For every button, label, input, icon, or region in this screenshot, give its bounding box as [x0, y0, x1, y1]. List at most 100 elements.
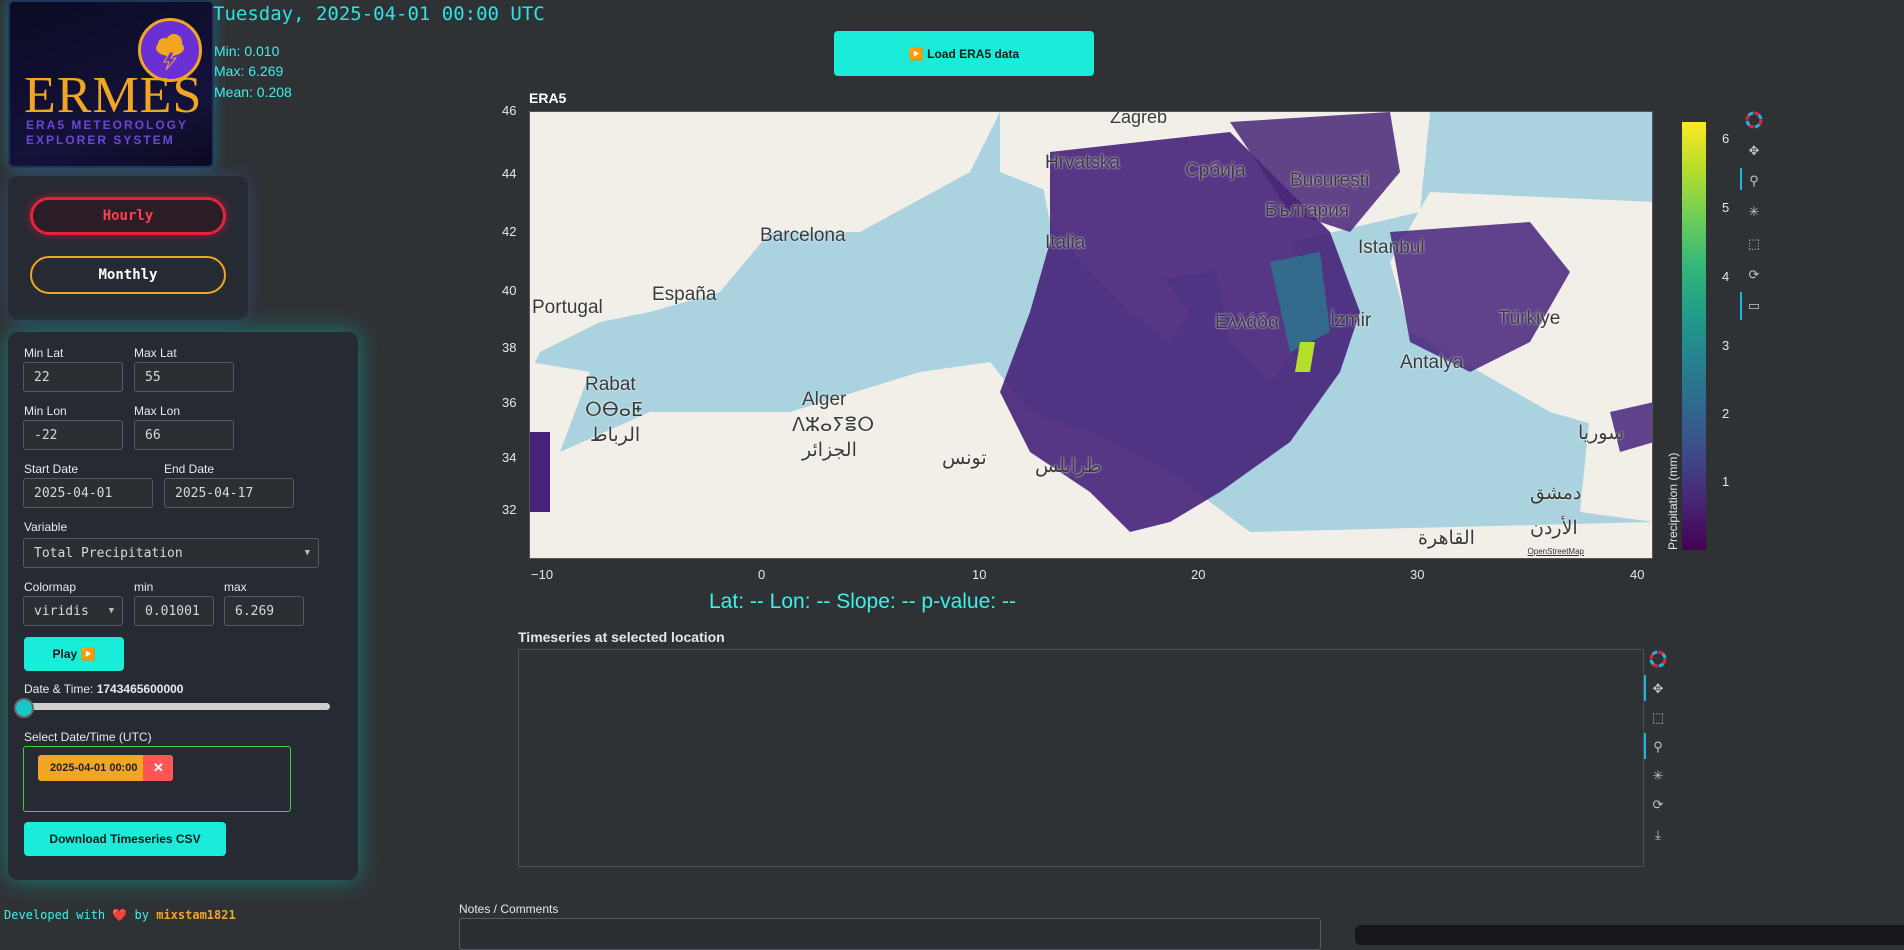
end-date-value: 2025-04-17	[175, 485, 254, 501]
min-lon-value: -22	[34, 427, 58, 443]
control-panel: Min Lat 22 Max Lat 55 Min Lon -22 Max Lo…	[8, 332, 358, 880]
place-rabat-tifinagh: ⵔⴱⴰⵟ	[585, 400, 643, 421]
wheel-zoom-icon[interactable]: ⚲	[1745, 172, 1763, 190]
timeseries-plot[interactable]	[518, 649, 1644, 867]
colorbar-tick: 4	[1722, 269, 1730, 284]
lon-tick: 10	[972, 567, 987, 582]
box-zoom-icon[interactable]: ⬚	[1649, 709, 1667, 727]
place-antalya: Antalya	[1400, 352, 1464, 373]
end-date-label: End Date	[164, 462, 215, 476]
colorbar-label: Precipitation (mm)	[1666, 452, 1680, 550]
stat-min: Min: 0.010	[214, 43, 280, 59]
place-rabat: Rabat	[585, 374, 636, 395]
close-icon[interactable]: ✕	[143, 755, 174, 781]
mode-panel: Hourly Monthly	[8, 176, 248, 320]
play-button[interactable]: Play ▶️	[24, 637, 124, 671]
cmax-input[interactable]: 6.269	[224, 596, 304, 626]
logo-tagline: ERA5 METEOROLOGY EXPLORER SYSTEM	[26, 118, 188, 148]
variable-value: Total Precipitation	[34, 545, 183, 561]
colormap-select[interactable]: viridis ▼	[23, 596, 123, 626]
active-tool-indicator	[1644, 733, 1646, 759]
logo-tagline-line1: ERA5 METEOROLOGY	[26, 118, 189, 132]
max-lat-value: 55	[145, 369, 161, 385]
cmin-label: min	[134, 580, 154, 594]
slider-value: 1743465600000	[96, 682, 184, 696]
select-datetime-label: Select Date/Time (UTC)	[24, 730, 152, 744]
max-lon-value: 66	[145, 427, 161, 443]
logo-tagline-line2: EXPLORER SYSTEM	[26, 133, 175, 147]
place-rabat-arabic: الرباط	[590, 425, 641, 446]
cmin-input[interactable]: 0.01001	[134, 596, 214, 626]
bokeh-logo-icon[interactable]	[1745, 111, 1763, 129]
active-tool-indicator	[1644, 675, 1646, 701]
map-title: ERA5	[529, 90, 567, 106]
lon-tick: 30	[1410, 567, 1425, 582]
max-lat-label: Max Lat	[134, 346, 177, 360]
min-lon-label: Min Lon	[24, 404, 67, 418]
place-jordan: الأردن	[1530, 518, 1578, 539]
logo-brand: ERMES	[24, 67, 203, 124]
cursor-readout: Lat: -- Lon: -- Slope: -- p-value: --	[709, 590, 1016, 613]
max-lon-input[interactable]: 66	[134, 420, 234, 450]
colormap-label: Colormap	[24, 580, 77, 594]
min-lon-input[interactable]: -22	[23, 420, 123, 450]
reset-icon[interactable]: ⟳	[1649, 796, 1667, 814]
lat-tick: 44	[502, 166, 517, 181]
max-lat-input[interactable]: 55	[134, 362, 234, 392]
place-bucuresti: București	[1290, 170, 1370, 191]
min-lat-value: 22	[34, 369, 50, 385]
precipitation-map[interactable]: Zagreb Hrvatska Србија București Българи…	[529, 111, 1653, 559]
bottom-right-panel	[1355, 925, 1904, 945]
lon-tick: 20	[1191, 567, 1206, 582]
download-csv-button[interactable]: Download Timeseries CSV	[24, 822, 226, 856]
min-lat-input[interactable]: 22	[23, 362, 123, 392]
lon-tick: −10	[531, 567, 554, 582]
stat-max: Max: 6.269	[214, 63, 284, 79]
monthly-button[interactable]: Monthly	[30, 256, 226, 294]
box-zoom-icon[interactable]: ⬚	[1745, 235, 1763, 253]
chevron-down-icon: ▼	[108, 606, 114, 616]
crosshair-icon[interactable]: ✳	[1745, 203, 1763, 221]
start-date-label: Start Date	[24, 462, 79, 476]
wheel-zoom-icon[interactable]: ⚲	[1649, 738, 1667, 756]
slider-handle[interactable]	[14, 698, 34, 718]
footer-author-link[interactable]: mixstam1821	[156, 908, 235, 922]
place-syria: سوريا	[1578, 423, 1624, 444]
bokeh-logo-icon[interactable]	[1649, 650, 1667, 668]
place-srbija: Србија	[1185, 160, 1246, 181]
slider-label: Date & Time: 1743465600000	[24, 682, 183, 696]
pan-icon[interactable]: ✥	[1649, 680, 1667, 698]
lat-tick: 34	[502, 450, 517, 465]
lat-tick: 38	[502, 340, 517, 355]
place-tripoli: طرابلس	[1035, 456, 1102, 477]
osm-attribution-link[interactable]: OpenStreetMap	[1528, 547, 1584, 556]
end-date-input[interactable]: 2025-04-17	[164, 478, 294, 508]
reset-icon[interactable]: ⟳	[1745, 266, 1763, 284]
place-ellada: Ελλάδα	[1215, 312, 1279, 333]
save-icon[interactable]: ⤓	[1649, 826, 1667, 844]
datetime-multiselect[interactable]: 2025-04-01 00:00 ✕	[23, 746, 291, 812]
variable-select[interactable]: Total Precipitation ▼	[23, 538, 319, 568]
pan-icon[interactable]: ✥	[1745, 142, 1763, 160]
place-alger-tifinagh: ⴷⵣⴰⵢⴻⵔ	[792, 415, 875, 436]
min-lat-label: Min Lat	[24, 346, 64, 360]
lon-tick: 0	[758, 567, 766, 582]
colormap-value: viridis	[34, 603, 89, 619]
crosshair-icon[interactable]: ✳	[1649, 767, 1667, 785]
place-alger-arabic: الجزائر	[802, 440, 857, 461]
notes-label: Notes / Comments	[459, 902, 559, 916]
load-era5-button[interactable]: ▶️ Load ERA5 data	[834, 31, 1094, 76]
datetime-slider[interactable]	[22, 703, 330, 710]
timeseries-title: Timeseries at selected location	[518, 629, 725, 645]
colorbar-tick: 1	[1722, 474, 1730, 489]
place-italia: Italia	[1045, 232, 1086, 253]
footer-text: Developed with ❤️ by	[4, 908, 149, 922]
start-date-input[interactable]: 2025-04-01	[23, 478, 153, 508]
notes-textarea[interactable]	[459, 918, 1321, 950]
colorbar-tick: 6	[1722, 131, 1730, 146]
hourly-button[interactable]: Hourly	[30, 197, 226, 235]
max-lon-label: Max Lon	[134, 404, 181, 418]
precip-field-atlantic	[530, 432, 550, 512]
hover-icon[interactable]: ▭	[1745, 297, 1763, 315]
map-basemap	[530, 112, 1652, 558]
